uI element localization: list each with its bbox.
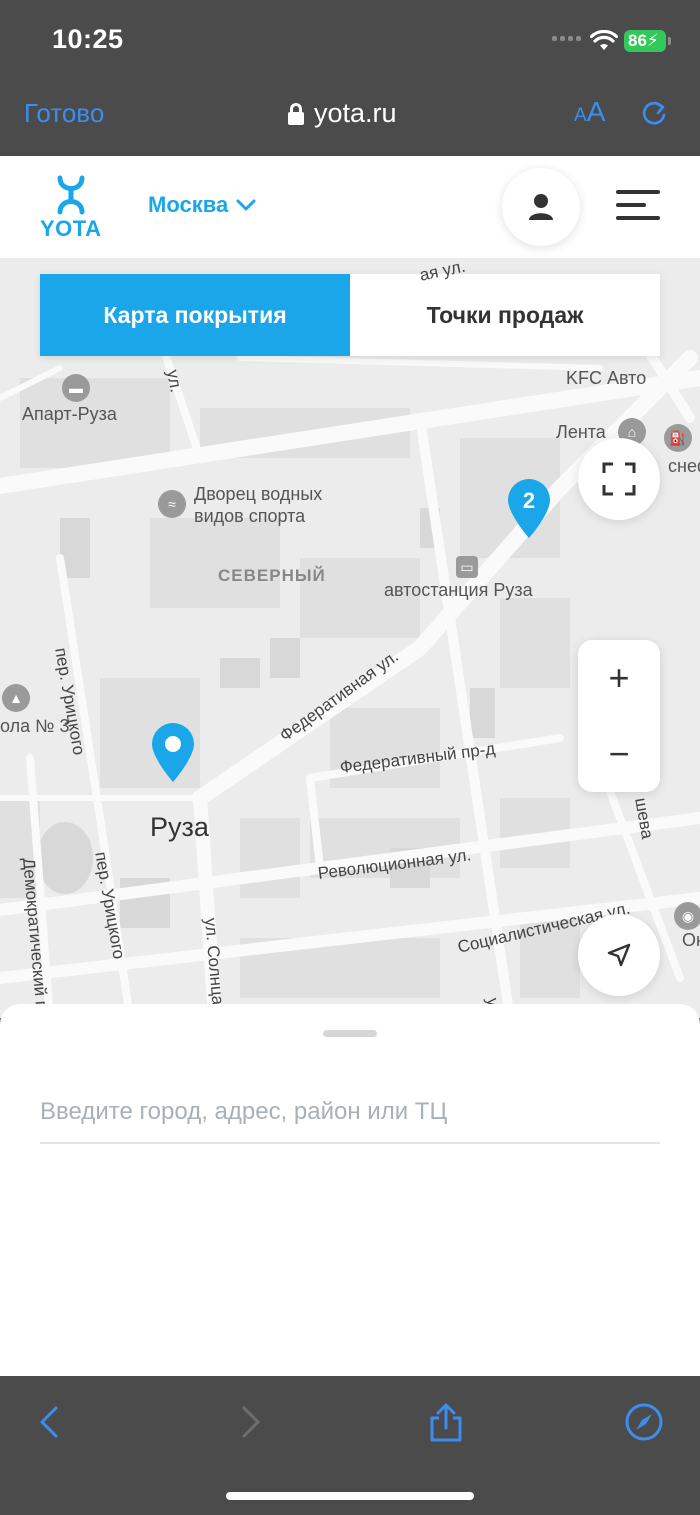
zoom-out-button[interactable]: − — [578, 716, 660, 792]
map-tabs: Карта покрытия Точки продаж — [40, 274, 660, 356]
battery-icon: 86⚡ — [624, 30, 671, 52]
text-size-button[interactable]: AA — [574, 96, 605, 128]
tab-sales-points[interactable]: Точки продаж — [350, 274, 660, 356]
forward-arrow-icon[interactable] — [230, 1402, 270, 1442]
map-label-lenta: Лента — [556, 422, 606, 442]
search-sheet — [0, 1004, 700, 1376]
map-label-cinema: Октяб — [682, 930, 700, 950]
account-button[interactable] — [502, 168, 580, 246]
map-label-school: ола № 3 — [0, 716, 70, 736]
battery-level: 86 — [628, 31, 647, 50]
map-label-district: СЕВЕРНЫЙ — [218, 566, 326, 585]
school-icon: ▲ — [2, 684, 30, 712]
map-label-rosneft: снеф — [668, 456, 700, 476]
status-bar: 10:25 86⚡ — [0, 0, 700, 82]
user-icon — [529, 194, 553, 220]
map-label-bus-station: автостанция Руза — [384, 580, 533, 600]
browser-url-bar: Готово yota.ru AA — [0, 82, 700, 156]
bus-icon: ▭ — [456, 556, 478, 578]
logo-text: YOTA — [40, 216, 102, 241]
city-name: Москва — [148, 192, 229, 217]
address-field[interactable]: yota.ru — [288, 98, 397, 129]
share-icon[interactable] — [426, 1402, 466, 1442]
map-label-apart-ruza: Апарт-Руза — [22, 404, 117, 424]
fullscreen-button[interactable] — [578, 438, 660, 520]
done-button[interactable]: Готово — [24, 98, 104, 129]
navigation-arrow-icon — [607, 943, 631, 967]
compass-icon[interactable] — [624, 1402, 664, 1442]
map-label-kfc: KFC Авто — [566, 368, 647, 388]
map-label-palace: Дворец водных — [194, 484, 323, 504]
map-label-palace-2: видов спорта — [194, 506, 306, 526]
cinema-icon: ◉ — [674, 902, 700, 930]
zoom-control: + − — [578, 640, 660, 792]
hamburger-menu-icon[interactable] — [616, 190, 660, 224]
map-label-city: Руза — [150, 812, 209, 842]
cluster-marker[interactable]: 2 — [506, 478, 552, 540]
swimming-icon: ≈ — [158, 490, 186, 518]
coverage-map[interactable]: Карта покрытия Точки продаж ▬ Апарт-Руза… — [0, 258, 700, 1018]
fullscreen-icon — [602, 462, 636, 496]
clock: 10:25 — [52, 24, 124, 54]
cluster-count: 2 — [523, 488, 535, 513]
chevron-down-icon — [236, 199, 256, 211]
street-left: ул. — [163, 368, 186, 394]
back-arrow-icon[interactable] — [30, 1402, 70, 1442]
zoom-in-button[interactable]: + — [578, 640, 660, 716]
city-selector[interactable]: Москва — [148, 192, 256, 218]
tab-coverage-map[interactable]: Карта покрытия — [40, 274, 350, 356]
hotel-icon: ▬ — [62, 374, 90, 402]
home-indicator — [226, 1492, 474, 1500]
sheet-drag-handle[interactable] — [323, 1030, 377, 1037]
search-input[interactable] — [40, 1082, 660, 1144]
fuel-icon: ⛽ — [664, 424, 692, 452]
browser-toolbar — [0, 1376, 700, 1515]
location-pin-icon[interactable] — [150, 722, 196, 784]
geolocation-button[interactable] — [578, 914, 660, 996]
lock-icon — [288, 102, 304, 125]
reload-icon[interactable] — [640, 98, 668, 128]
wifi-icon — [590, 30, 618, 50]
cellular-signal-icon — [552, 36, 581, 41]
site-header: YOTA Москва — [0, 156, 700, 258]
url-text: yota.ru — [314, 98, 397, 128]
